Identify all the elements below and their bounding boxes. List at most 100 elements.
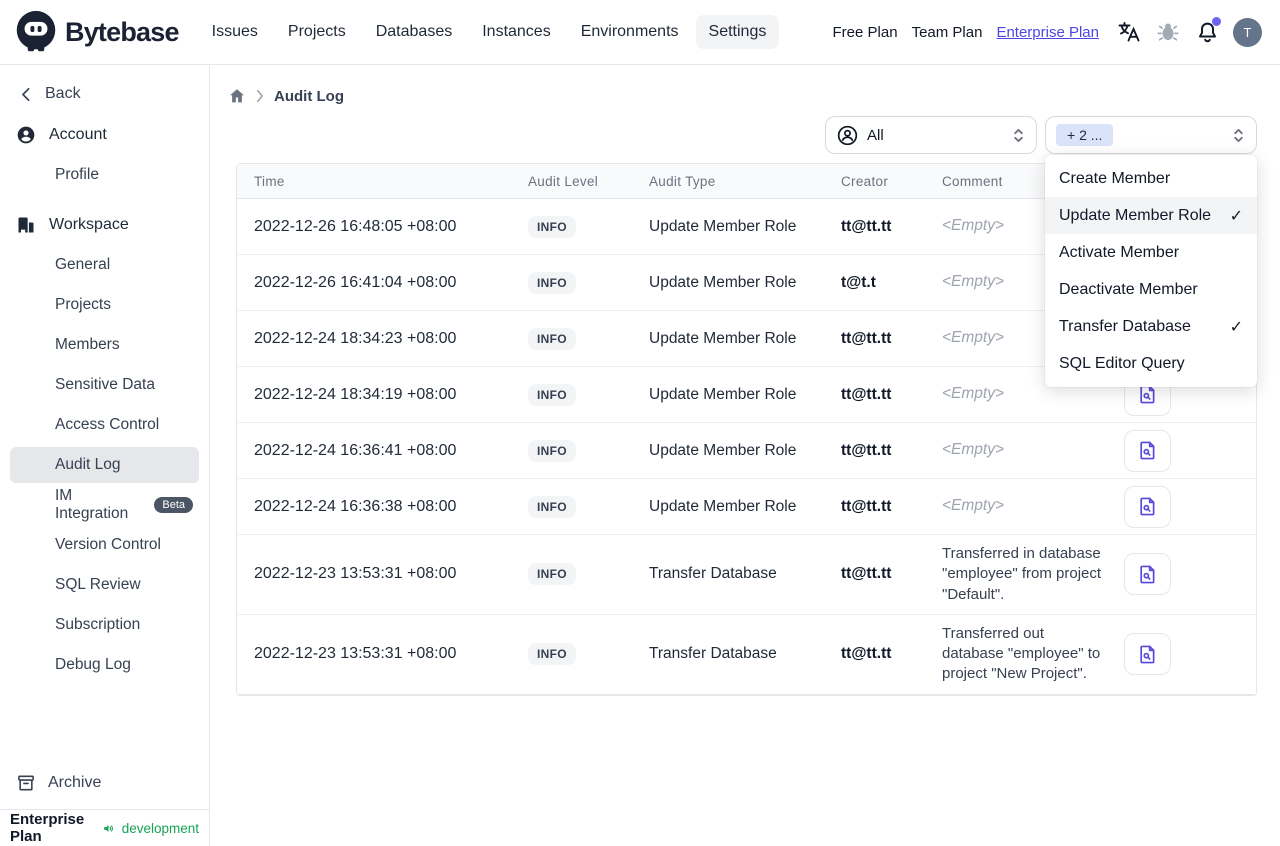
- audit-time: 2022-12-26 16:48:05 +08:00: [254, 217, 457, 235]
- nav-link[interactable]: Settings: [695, 15, 780, 49]
- brand-name: Bytebase: [65, 16, 179, 47]
- archive-button[interactable]: Archive: [0, 765, 209, 801]
- settings-sidebar: Back Account Profile Workspace General P…: [0, 65, 210, 846]
- sidebar-item[interactable]: Version Control: [10, 527, 199, 563]
- notification-dot: [1212, 17, 1221, 26]
- sidebar-item[interactable]: Audit Log: [10, 447, 199, 483]
- plan-links: Free Plan Team Plan Enterprise Plan: [833, 24, 1099, 41]
- sidebar-item[interactable]: Members: [10, 327, 199, 363]
- nav-link[interactable]: Instances: [469, 15, 563, 49]
- bytebase-logo[interactable]: Bytebase: [14, 9, 179, 55]
- audit-type-menu-item[interactable]: Update Member Role ✓: [1045, 197, 1257, 234]
- audit-time: 2022-12-24 18:34:23 +08:00: [254, 329, 457, 347]
- audit-creator: tt@tt.tt: [841, 217, 892, 235]
- creator-filter-select[interactable]: All: [825, 116, 1037, 154]
- audit-time: 2022-12-24 16:36:41 +08:00: [254, 441, 457, 459]
- sidebar-section-account: Account: [10, 117, 199, 153]
- document-search-icon: [1140, 441, 1155, 460]
- audit-creator: tt@tt.tt: [841, 497, 892, 515]
- audit-time: 2022-12-24 18:34:19 +08:00: [254, 385, 457, 403]
- plan-link[interactable]: Team Plan: [912, 24, 983, 41]
- plan-link[interactable]: Enterprise Plan: [996, 24, 1099, 41]
- main-content: Audit Log All + 2 ... Time Audit Level A…: [210, 65, 1280, 846]
- audit-time: 2022-12-23 13:53:31 +08:00: [254, 645, 457, 663]
- sidebar-item[interactable]: Debug Log: [10, 647, 199, 683]
- audit-level-badge: INFO: [528, 439, 576, 462]
- nav-link[interactable]: Databases: [363, 15, 466, 49]
- select-chevrons-icon: [1014, 128, 1023, 142]
- view-detail-button[interactable]: [1124, 553, 1171, 596]
- audit-time: 2022-12-23 13:53:31 +08:00: [254, 565, 457, 583]
- view-detail-button[interactable]: [1124, 429, 1171, 472]
- archive-icon: [18, 775, 34, 791]
- sidebar-item[interactable]: Subscription: [10, 607, 199, 643]
- sidebar-item[interactable]: IM Integration Beta: [10, 487, 199, 523]
- audit-type-filter-select[interactable]: + 2 ...: [1045, 116, 1257, 154]
- check-icon: ✓: [1229, 207, 1243, 225]
- table-row: 2022-12-23 13:53:31 +08:00 INFO Transfer…: [237, 535, 1256, 615]
- audit-type-menu-item[interactable]: Activate Member ✓: [1045, 234, 1257, 271]
- audit-comment: Transferred out database "employee" to p…: [942, 624, 1101, 683]
- home-icon[interactable]: [228, 87, 246, 105]
- audit-time: 2022-12-26 16:41:04 +08:00: [254, 273, 457, 291]
- sidebar-item[interactable]: General: [10, 247, 199, 283]
- workspace-items: General Projects Members Sensitive Data …: [10, 247, 199, 683]
- sidebar-nav: Account Profile Workspace General Projec…: [0, 109, 209, 687]
- audit-type-menu-item[interactable]: Create Member ✓: [1045, 160, 1257, 197]
- table-row: 2022-12-24 16:36:41 +08:00 INFO Update M…: [237, 423, 1256, 479]
- page-title: Audit Log: [274, 87, 344, 105]
- environment-label: development: [121, 820, 199, 836]
- sidebar-item[interactable]: Projects: [10, 287, 199, 323]
- breadcrumb: Audit Log: [210, 65, 1280, 105]
- table-row: 2022-12-24 16:36:38 +08:00 INFO Update M…: [237, 479, 1256, 535]
- notifications-bell-icon[interactable]: [1194, 17, 1221, 45]
- audit-type: Update Member Role: [649, 329, 797, 347]
- breadcrumb-chevron-icon: [257, 89, 264, 103]
- audit-type: Update Member Role: [649, 273, 797, 291]
- nav-link[interactable]: Environments: [568, 15, 692, 49]
- audit-type-menu-item[interactable]: Transfer Database ✓: [1045, 308, 1257, 345]
- audit-level-badge: INFO: [528, 563, 576, 586]
- audit-creator: tt@tt.tt: [841, 329, 892, 347]
- filter-row: All + 2 ...: [210, 116, 1257, 154]
- audit-creator: t@t.t: [841, 273, 876, 291]
- document-search-icon: [1140, 645, 1155, 664]
- audit-type: Update Member Role: [649, 217, 797, 235]
- plan-link[interactable]: Free Plan: [833, 24, 898, 41]
- topbar-right: Free Plan Team Plan Enterprise Plan T: [833, 17, 1262, 47]
- audit-type-menu-item[interactable]: SQL Editor Query ✓: [1045, 345, 1257, 382]
- sidebar-item[interactable]: SQL Review: [10, 567, 199, 603]
- sidebar-item[interactable]: Access Control: [10, 407, 199, 443]
- speaker-icon: [103, 824, 113, 832]
- translate-icon[interactable]: [1116, 19, 1142, 45]
- audit-type: Transfer Database: [649, 645, 777, 663]
- audit-type: Update Member Role: [649, 441, 797, 459]
- audit-comment: Transferred in database "employee" from …: [942, 545, 1102, 603]
- user-avatar[interactable]: T: [1233, 17, 1262, 47]
- view-detail-button[interactable]: [1124, 485, 1171, 528]
- sidebar-item[interactable]: Profile: [10, 157, 199, 193]
- audit-level-badge: INFO: [528, 383, 576, 406]
- bug-report-icon[interactable]: [1155, 19, 1181, 45]
- table-row: 2022-12-23 13:53:31 +08:00 INFO Transfer…: [237, 614, 1256, 695]
- nav-link[interactable]: Projects: [275, 15, 359, 49]
- audit-type-dropdown-menu: Create Member ✓ Update Member Role ✓ Act…: [1045, 155, 1257, 387]
- audit-type-menu-item[interactable]: Deactivate Member ✓: [1045, 271, 1257, 308]
- audit-level-badge: INFO: [528, 271, 576, 294]
- select-chevrons-icon: [1234, 128, 1243, 142]
- creator-filter-value: All: [867, 126, 884, 144]
- nav-link[interactable]: Issues: [199, 15, 271, 49]
- column-creator: Creator: [841, 173, 889, 189]
- audit-creator: tt@tt.tt: [841, 441, 892, 459]
- sidebar-item[interactable]: Sensitive Data: [10, 367, 199, 403]
- audit-level-badge: INFO: [528, 215, 576, 238]
- view-detail-button[interactable]: [1124, 633, 1171, 676]
- account-items: Profile: [10, 157, 199, 193]
- audit-level-badge: INFO: [528, 327, 576, 350]
- current-plan-label: Enterprise Plan: [10, 811, 85, 845]
- audit-creator: tt@tt.tt: [841, 565, 892, 583]
- column-time: Time: [254, 173, 285, 189]
- audit-comment: <Empty>: [942, 441, 1005, 459]
- audit-type: Update Member Role: [649, 497, 797, 515]
- back-button[interactable]: Back: [0, 65, 209, 109]
